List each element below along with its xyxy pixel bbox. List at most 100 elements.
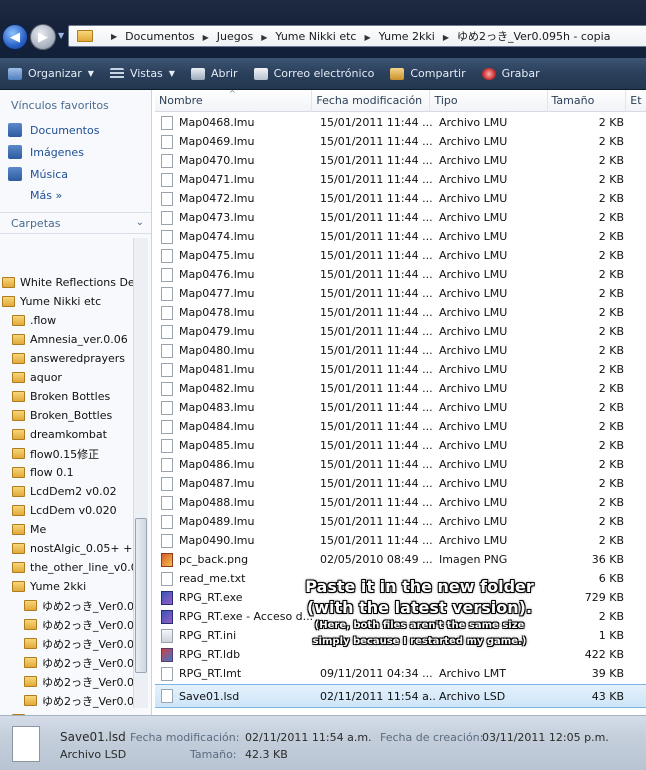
breadcrumb-item[interactable]: Documentos: [125, 30, 194, 43]
folder-tree-item[interactable]: ゆめ2っき_Ver0.0: [0, 596, 140, 615]
file-row[interactable]: Map0474.lmu 15/01/2011 11:44 ... Archivo L…: [155, 227, 646, 246]
file-row[interactable]: Map0487.lmu 15/01/2011 11:44 ... Archivo L…: [155, 474, 646, 493]
folder-tree-item[interactable]: aquor: [0, 368, 140, 387]
navigation-scrollbar[interactable]: [133, 238, 148, 708]
column-header-size[interactable]: Tamaño: [548, 90, 627, 112]
folder-tree-item[interactable]: dreamkombat: [0, 425, 140, 444]
folder-icon: [2, 277, 15, 288]
views-button[interactable]: Vistas ▼: [109, 67, 175, 80]
folder-tree-item[interactable]: LcdDem v0.020: [0, 501, 140, 520]
folder-tree-item[interactable]: ゆめ2っき_Ver0.0: [0, 672, 140, 691]
folder-tree-item[interactable]: nostAlgic_0.05+ +: [0, 539, 140, 558]
folder-tree-item[interactable]: .flow: [0, 311, 140, 330]
file-name-cell: Map0468.lmu: [155, 115, 315, 130]
column-header-date[interactable]: Fecha modificación: [312, 90, 431, 112]
file-row[interactable]: Map0482.lmu 15/01/2011 11:44 ... Archivo L…: [155, 379, 646, 398]
address-bar-area: ◀ ▶ ▼ ▶ Documentos ▶ Juegos ▶ Yume Nikki etc…: [0, 0, 646, 58]
column-header-name[interactable]: Nombre ^: [155, 90, 313, 112]
folder-tree-item[interactable]: LcdDem2 v0.02: [0, 482, 140, 501]
file-row[interactable]: Map0488.lmu 15/01/2011 11:44 ... Archivo L…: [155, 493, 646, 512]
file-row[interactable]: Map0483.lmu 15/01/2011 11:44 ... Archivo L…: [155, 398, 646, 417]
folders-header[interactable]: Carpetas ⌄: [0, 212, 151, 234]
favorite-link-documents[interactable]: Documentos: [0, 119, 151, 141]
share-button[interactable]: Compartir: [390, 67, 466, 80]
chevron-right-icon[interactable]: ▶: [364, 33, 370, 42]
folder-tree-item[interactable]: ゆめ2っき_Ver0.0: [0, 691, 140, 710]
file-row[interactable]: Map0481.lmu 15/01/2011 11:44 ... Archivo L…: [155, 360, 646, 379]
file-row[interactable]: Map0477.lmu 15/01/2011 11:44 ... Archivo L…: [155, 284, 646, 303]
folder-tree-item[interactable]: ゆめ2っき_Ver0.0: [0, 615, 140, 634]
forward-button[interactable]: ▶: [30, 24, 56, 50]
chevron-right-icon[interactable]: ▶: [111, 32, 117, 41]
recent-pages-dropdown-icon[interactable]: ▼: [58, 31, 64, 40]
scrollbar-thumb[interactable]: [135, 518, 147, 673]
breadcrumb-item[interactable]: Yume Nikki etc: [275, 30, 356, 43]
folder-label: ゆめ2っき_Ver0.0: [42, 618, 134, 632]
chevron-right-icon[interactable]: ▶: [261, 33, 267, 42]
folder-tree-item[interactable]: flow 0.1: [0, 463, 140, 482]
file-row[interactable]: Map0480.lmu 15/01/2011 11:44 ... Archivo L…: [155, 341, 646, 360]
file-row[interactable]: Map0484.lmu 15/01/2011 11:44 ... Archivo L…: [155, 417, 646, 436]
folder-tree-item[interactable]: White Reflections De: [0, 273, 140, 292]
breadcrumb-item[interactable]: Juegos: [217, 30, 253, 43]
file-date: 15/01/2011 11:44 ...: [320, 496, 433, 509]
executable-icon: [161, 609, 173, 624]
file-row[interactable]: Map0473.lmu 15/01/2011 11:44 ... Archivo L…: [155, 208, 646, 227]
folder-icon: [12, 448, 25, 459]
folder-icon: [2, 296, 15, 307]
file-row[interactable]: pc_back.png 02/05/2010 08:49 ... Imagen PN…: [155, 550, 646, 569]
file-row[interactable]: Map0471.lmu 15/01/2011 11:44 ... Archivo L…: [155, 170, 646, 189]
detail-filename: Save01.lsd: [60, 730, 126, 744]
email-button[interactable]: Correo electrónico: [253, 67, 374, 80]
folder-label: ゆめ2っき_Ver0.0: [42, 637, 134, 651]
file-date: 15/01/2011 11:44 ...: [320, 401, 433, 414]
folder-label: White Reflections De: [20, 276, 135, 289]
file-type: Archivo LMU: [439, 173, 508, 186]
file-row[interactable]: Map0469.lmu 15/01/2011 11:44 ... Archivo L…: [155, 132, 646, 151]
file-row[interactable]: Map0476.lmu 15/01/2011 11:44 ... Archivo L…: [155, 265, 646, 284]
annotation-line: simply because I restarted my game.): [312, 636, 527, 647]
favorite-link-images[interactable]: Imágenes: [0, 141, 151, 163]
file-row[interactable]: Map0472.lmu 15/01/2011 11:44 ... Archivo L…: [155, 189, 646, 208]
column-header-type[interactable]: Tipo: [430, 90, 548, 112]
folder-tree-item[interactable]: Broken_Bottles: [0, 406, 140, 425]
document-icon: [161, 666, 173, 681]
file-row[interactable]: Map0468.lmu 15/01/2011 11:44 ... Archivo L…: [155, 113, 646, 132]
file-row[interactable]: Save01.lsd 02/11/2011 11:54 a... Archivo L…: [155, 684, 646, 708]
folder-tree-item[interactable]: ゆめ2っき_Ver0.0: [0, 653, 140, 672]
file-date: 15/01/2011 11:44 ...: [320, 173, 433, 186]
file-type: Archivo LMT: [439, 667, 506, 680]
folder-tree-item[interactable]: Amnesia_ver.0.06: [0, 330, 140, 349]
chevron-right-icon[interactable]: ▶: [203, 33, 209, 42]
breadcrumb-item[interactable]: ゆめ2っき_Ver0.095h - copia: [457, 30, 610, 43]
open-button[interactable]: Abrir: [190, 67, 238, 80]
file-row[interactable]: Map0490.lmu 15/01/2011 11:44 ... Archivo L…: [155, 531, 646, 550]
file-row[interactable]: Map0475.lmu 15/01/2011 11:44 ... Archivo L…: [155, 246, 646, 265]
breadcrumb-item[interactable]: Yume 2kki: [379, 30, 435, 43]
file-row[interactable]: RPG_RT.lmt 09/11/2011 04:34 ... Archivo LM…: [155, 664, 646, 683]
file-row[interactable]: Map0470.lmu 15/01/2011 11:44 ... Archivo L…: [155, 151, 646, 170]
folder-tree-item[interactable]: Yume Nikki etc: [0, 292, 140, 311]
folder-tree-item[interactable]: Yume 2kki: [0, 577, 140, 596]
document-icon: [161, 115, 173, 130]
file-row[interactable]: Map0479.lmu 15/01/2011 11:44 ... Archivo L…: [155, 322, 646, 341]
folder-tree-item[interactable]: Me: [0, 520, 140, 539]
organize-button[interactable]: Organizar ▼: [8, 67, 94, 80]
favorite-link-music[interactable]: Música: [0, 163, 151, 185]
file-row[interactable]: Map0485.lmu 15/01/2011 11:44 ... Archivo L…: [155, 436, 646, 455]
folder-label: ゆめ2っき_Ver0.0: [42, 599, 134, 613]
folder-tree-item[interactable]: ゆめ2っき_Ver0.0: [0, 634, 140, 653]
column-header-tags[interactable]: Et: [626, 90, 646, 112]
burn-button[interactable]: Grabar: [481, 67, 540, 80]
folder-tree-item[interactable]: Broken Bottles: [0, 387, 140, 406]
address-bar[interactable]: ▶ Documentos ▶ Juegos ▶ Yume Nikki etc ▶ Yume …: [68, 25, 646, 47]
more-links-button[interactable]: Más »: [0, 185, 151, 207]
folder-tree-item[interactable]: the_other_line_v0.0: [0, 558, 140, 577]
folder-tree-item[interactable]: answeredprayers: [0, 349, 140, 368]
folder-tree-item[interactable]: flow0.15修正: [0, 444, 140, 463]
back-button[interactable]: ◀: [2, 24, 28, 50]
chevron-right-icon[interactable]: ▶: [443, 33, 449, 42]
file-row[interactable]: Map0478.lmu 15/01/2011 11:44 ... Archivo L…: [155, 303, 646, 322]
file-row[interactable]: Map0489.lmu 15/01/2011 11:44 ... Archivo L…: [155, 512, 646, 531]
file-row[interactable]: Map0486.lmu 15/01/2011 11:44 ... Archivo L…: [155, 455, 646, 474]
